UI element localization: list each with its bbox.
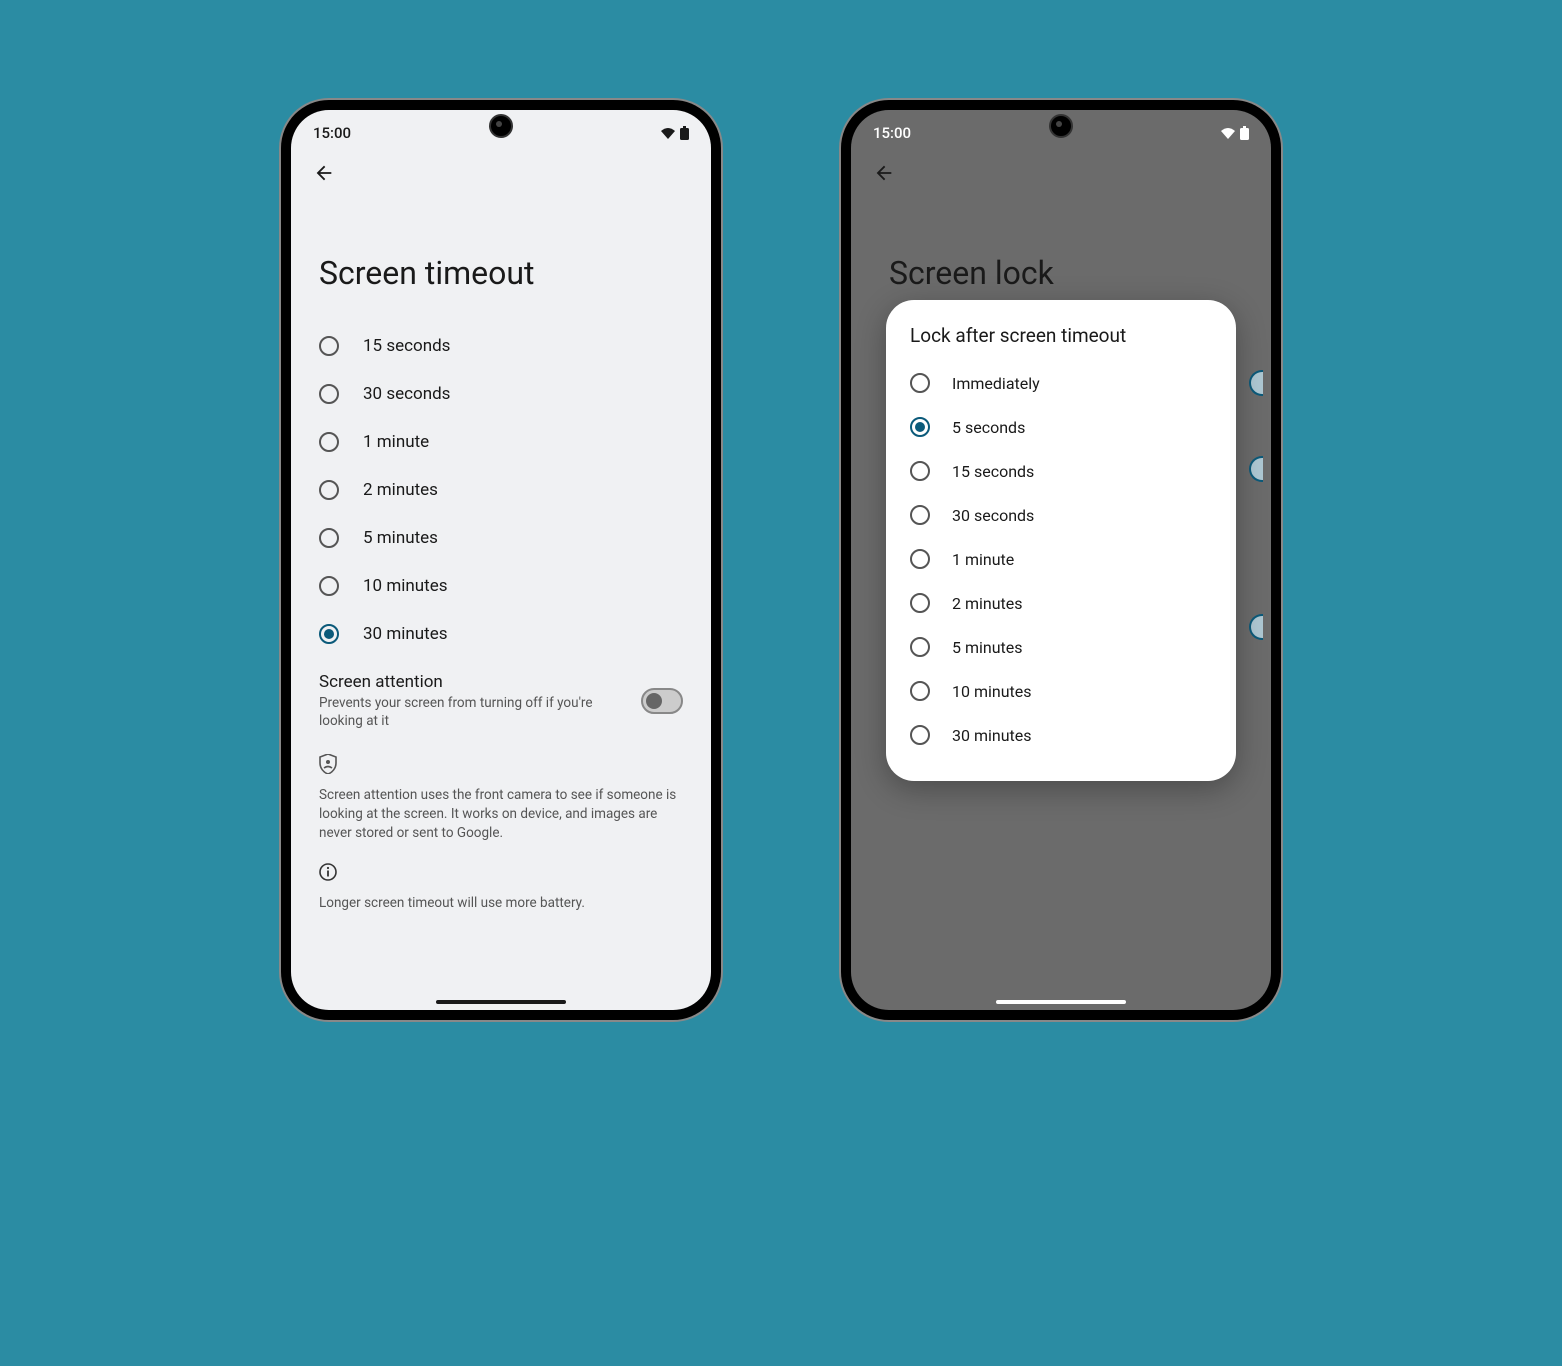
status-time: 15:00: [313, 124, 351, 142]
radio-label: 5 minutes: [952, 638, 1023, 657]
radio-label: 30 minutes: [363, 624, 447, 644]
radio-label: 5 minutes: [363, 528, 438, 548]
camera-notch: [1049, 114, 1073, 138]
screen-attention-toggle[interactable]: [641, 688, 683, 714]
radio-label: 30 seconds: [952, 506, 1034, 525]
privacy-icon-row: [291, 744, 711, 782]
radio-icon: [910, 373, 930, 393]
radio-label: 15 seconds: [363, 336, 450, 356]
nav-pill[interactable]: [436, 1000, 566, 1004]
screen-attention-title: Screen attention: [319, 672, 619, 692]
radio-label: 30 minutes: [952, 726, 1032, 745]
app-bar: [291, 148, 711, 204]
dialog-title: Lock after screen timeout: [910, 324, 1212, 347]
timeout-option[interactable]: 2 minutes: [319, 466, 683, 514]
timeout-radio-list: 15 seconds 30 seconds 1 minute 2 minutes 5 m…: [291, 322, 711, 658]
radio-label: 5 seconds: [952, 418, 1025, 437]
screen-lock-screen: 15:00 Screen lock Lock after screen time…: [851, 110, 1271, 1010]
radio-label: 1 minute: [952, 550, 1014, 569]
shield-icon: [319, 754, 337, 774]
arrow-left-icon: [313, 162, 335, 184]
timeout-option[interactable]: 5 minutes: [319, 514, 683, 562]
timeout-option[interactable]: 10 minutes: [319, 562, 683, 610]
privacy-text: Screen attention uses the front camera t…: [291, 782, 711, 853]
radio-icon: [319, 528, 339, 548]
wifi-icon: [660, 127, 676, 139]
timeout-option[interactable]: 30 seconds: [319, 370, 683, 418]
phone-frame-left: 15:00 Screen timeout 15 seconds 30 second…: [281, 100, 721, 1020]
radio-label: 10 minutes: [952, 682, 1032, 701]
radio-icon: [910, 505, 930, 525]
timeout-option[interactable]: 1 minute: [319, 418, 683, 466]
radio-icon: [910, 417, 930, 437]
radio-icon: [910, 593, 930, 613]
radio-icon: [910, 549, 930, 569]
status-icons: [660, 126, 689, 140]
screen-attention-row[interactable]: Screen attention Prevents your screen fr…: [291, 658, 711, 744]
screen-timeout-screen: 15:00 Screen timeout 15 seconds 30 second…: [291, 110, 711, 1010]
screen-attention-sub: Prevents your screen from turning off if…: [319, 694, 619, 730]
radio-icon: [910, 725, 930, 745]
lock-option[interactable]: 30 seconds: [910, 493, 1212, 537]
radio-icon: [910, 461, 930, 481]
radio-label: Immediately: [952, 374, 1040, 393]
lock-option[interactable]: 2 minutes: [910, 581, 1212, 625]
lock-option[interactable]: 5 minutes: [910, 625, 1212, 669]
phone-frame-right: 15:00 Screen lock Lock after screen time…: [841, 100, 1281, 1020]
nav-pill[interactable]: [996, 1000, 1126, 1004]
back-button[interactable]: [313, 162, 335, 190]
radio-label: 15 seconds: [952, 462, 1034, 481]
lock-option[interactable]: 5 seconds: [910, 405, 1212, 449]
lock-option[interactable]: 1 minute: [910, 537, 1212, 581]
radio-label: 2 minutes: [363, 480, 438, 500]
dialog-scrim[interactable]: Lock after screen timeout Immediately 5 s…: [851, 110, 1271, 1010]
radio-label: 30 seconds: [363, 384, 450, 404]
radio-icon: [319, 432, 339, 452]
timeout-option[interactable]: 30 minutes: [319, 610, 683, 658]
lock-option[interactable]: 30 minutes: [910, 713, 1212, 757]
radio-label: 1 minute: [363, 432, 429, 452]
battery-icon: [680, 126, 689, 140]
radio-label: 2 minutes: [952, 594, 1023, 613]
radio-label: 10 minutes: [363, 576, 447, 596]
page-title: Screen timeout: [291, 204, 711, 322]
radio-icon: [910, 637, 930, 657]
lock-timeout-dialog: Lock after screen timeout Immediately 5 s…: [886, 300, 1236, 781]
radio-icon: [319, 576, 339, 596]
lock-option[interactable]: 15 seconds: [910, 449, 1212, 493]
lock-option[interactable]: 10 minutes: [910, 669, 1212, 713]
radio-icon: [319, 384, 339, 404]
info-icon-row: [291, 853, 711, 889]
lock-option[interactable]: Immediately: [910, 361, 1212, 405]
radio-icon: [319, 624, 339, 644]
timeout-option[interactable]: 15 seconds: [319, 322, 683, 370]
radio-icon: [910, 681, 930, 701]
dialog-radio-list: Immediately 5 seconds 15 seconds 30 seconds…: [910, 361, 1212, 757]
radio-icon: [319, 480, 339, 500]
footer-text: Longer screen timeout will use more batt…: [291, 889, 711, 917]
camera-notch: [489, 114, 513, 138]
radio-icon: [319, 336, 339, 356]
info-icon: [319, 863, 337, 881]
